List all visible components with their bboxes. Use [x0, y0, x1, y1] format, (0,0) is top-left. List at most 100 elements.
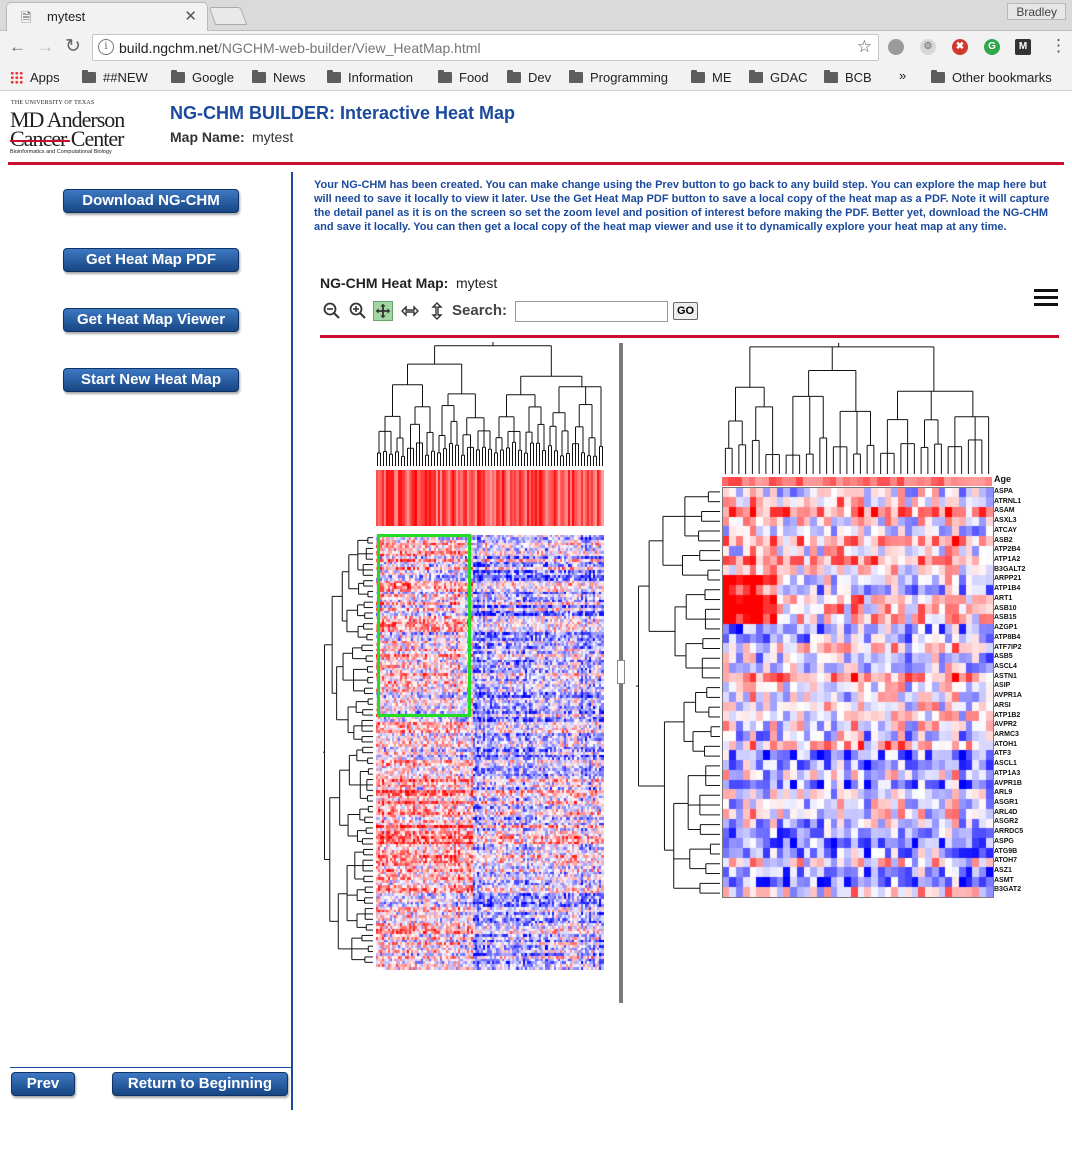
- map-name-value: mytest: [252, 129, 294, 145]
- row-label[interactable]: ATCAY: [994, 526, 1064, 536]
- row-label[interactable]: AVPR1B: [994, 779, 1064, 789]
- selection-box[interactable]: [377, 534, 471, 717]
- download-ngchm-button[interactable]: Download NG-CHM: [63, 189, 239, 213]
- zoom-in-icon[interactable]: [348, 301, 368, 321]
- row-label[interactable]: ARL9: [994, 788, 1064, 798]
- page-title: NG-CHM BUILDER: Interactive Heat Map: [170, 103, 516, 123]
- row-label[interactable]: ATOH7: [994, 856, 1064, 866]
- row-label[interactable]: ASGR2: [994, 817, 1064, 827]
- browser-menu-icon[interactable]: ⋮: [1050, 36, 1067, 56]
- summary-column-dendrogram: [377, 342, 603, 466]
- row-label[interactable]: AVPR1A: [994, 691, 1064, 701]
- back-arrow-icon[interactable]: ←: [9, 37, 26, 57]
- viewer-divider: [320, 335, 1059, 338]
- row-label[interactable]: ASCL4: [994, 662, 1064, 672]
- start-new-map-button[interactable]: Start New Heat Map: [63, 368, 239, 392]
- row-label[interactable]: ARMC3: [994, 730, 1064, 740]
- horizontal-icon[interactable]: [400, 301, 420, 321]
- row-label[interactable]: ASPA: [994, 487, 1064, 497]
- bookmark-programming[interactable]: Programming: [569, 70, 668, 85]
- profile-button[interactable]: Bradley: [1007, 3, 1066, 20]
- row-label[interactable]: AVPR2: [994, 720, 1064, 730]
- folder-icon: [824, 70, 838, 83]
- row-label[interactable]: ARPP21: [994, 574, 1064, 584]
- row-label[interactable]: ASB2: [994, 536, 1064, 546]
- row-label[interactable]: ARRDC5: [994, 827, 1064, 837]
- bookmark-gdac[interactable]: GDAC: [749, 70, 808, 85]
- bookmark-food[interactable]: Food: [438, 70, 489, 85]
- row-label[interactable]: ATP1B4: [994, 584, 1064, 594]
- row-label[interactable]: ARL4D: [994, 808, 1064, 818]
- row-label[interactable]: ATF3: [994, 749, 1064, 759]
- bookmark-dev[interactable]: Dev: [507, 70, 551, 85]
- bookmark-me[interactable]: ME: [691, 70, 732, 85]
- row-label[interactable]: ASMT: [994, 876, 1064, 886]
- extension-red-icon[interactable]: ✖: [952, 39, 968, 55]
- browser-toolbar: ← → ↻ i build.ngchm.net/NGCHM-web-builde…: [0, 31, 1072, 64]
- row-label[interactable]: ASGR1: [994, 798, 1064, 808]
- bookmark-google[interactable]: Google: [171, 70, 234, 85]
- go-button[interactable]: GO: [673, 302, 698, 320]
- url-domain: build.ngchm.net: [119, 40, 218, 56]
- pan-icon[interactable]: [373, 301, 393, 321]
- row-label[interactable]: ATRNL1: [994, 497, 1064, 507]
- get-viewer-button[interactable]: Get Heat Map Viewer: [63, 308, 239, 332]
- bookmark-bcb[interactable]: BCB: [824, 70, 872, 85]
- return-to-beginning-button[interactable]: Return to Beginning: [112, 1072, 288, 1096]
- row-label[interactable]: ASPG: [994, 837, 1064, 847]
- row-label[interactable]: ATP1A3: [994, 769, 1064, 779]
- row-label[interactable]: ATP8B4: [994, 633, 1064, 643]
- row-label[interactable]: ASB10: [994, 604, 1064, 614]
- folder-icon: [252, 70, 266, 83]
- browser-tab[interactable]: 🗎 mytest ✕: [6, 2, 208, 31]
- row-label[interactable]: ATP1A2: [994, 555, 1064, 565]
- folder-icon: [749, 70, 763, 83]
- close-icon[interactable]: ✕: [184, 7, 197, 25]
- row-label[interactable]: B3GAT2: [994, 885, 1064, 895]
- zoom-out-icon[interactable]: [322, 301, 342, 321]
- get-pdf-button[interactable]: Get Heat Map PDF: [63, 248, 239, 272]
- row-label[interactable]: ASTN1: [994, 672, 1064, 682]
- menu-icon[interactable]: [1034, 289, 1058, 307]
- row-label[interactable]: ASAM: [994, 506, 1064, 516]
- folder-icon: [327, 70, 341, 83]
- row-label[interactable]: ASIP: [994, 681, 1064, 691]
- forward-arrow-icon[interactable]: →: [37, 37, 54, 57]
- bookmark-new[interactable]: ##NEW: [82, 70, 148, 85]
- row-label[interactable]: ARSI: [994, 701, 1064, 711]
- row-label[interactable]: AZGP1: [994, 623, 1064, 633]
- row-label[interactable]: ASZ1: [994, 866, 1064, 876]
- detail-heatmap[interactable]: [722, 487, 994, 898]
- bookmark-other[interactable]: Other bookmarks: [931, 70, 1052, 85]
- address-bar[interactable]: i build.ngchm.net/NGCHM-web-builder/View…: [92, 34, 879, 61]
- bookmarks-overflow[interactable]: »: [899, 68, 906, 83]
- row-label[interactable]: ART1: [994, 594, 1064, 604]
- search-input[interactable]: [515, 301, 668, 322]
- prev-button[interactable]: Prev: [11, 1072, 75, 1096]
- info-icon[interactable]: i: [98, 39, 114, 55]
- row-label[interactable]: ASCL1: [994, 759, 1064, 769]
- row-label[interactable]: ATG9B: [994, 847, 1064, 857]
- extension-gear-icon[interactable]: ⚙: [920, 39, 936, 55]
- extension-g-icon[interactable]: G: [984, 39, 1000, 55]
- bookmark-star-icon[interactable]: ☆: [857, 37, 872, 57]
- folder-icon: [171, 70, 185, 83]
- row-label[interactable]: ATOH1: [994, 740, 1064, 750]
- extension-circle-icon[interactable]: [888, 39, 904, 55]
- row-label[interactable]: ATP1B2: [994, 711, 1064, 721]
- row-label[interactable]: B3GALT2: [994, 565, 1064, 575]
- covariate-label: Age: [994, 474, 1012, 484]
- panel-divider-grip[interactable]: [617, 660, 625, 684]
- reload-icon[interactable]: ↻: [65, 35, 81, 58]
- bookmark-apps[interactable]: Apps: [10, 70, 60, 85]
- row-label[interactable]: ATF7IP2: [994, 643, 1064, 653]
- bookmark-news[interactable]: News: [252, 70, 306, 85]
- row-label[interactable]: ASB15: [994, 613, 1064, 623]
- bookmark-information[interactable]: Information: [327, 70, 413, 85]
- row-label[interactable]: ASB5: [994, 652, 1064, 662]
- new-tab-button[interactable]: [208, 7, 248, 25]
- vertical-icon[interactable]: [427, 301, 447, 321]
- row-label[interactable]: ATP2B4: [994, 545, 1064, 555]
- extension-m-icon[interactable]: M: [1015, 39, 1031, 55]
- row-label[interactable]: ASXL3: [994, 516, 1064, 526]
